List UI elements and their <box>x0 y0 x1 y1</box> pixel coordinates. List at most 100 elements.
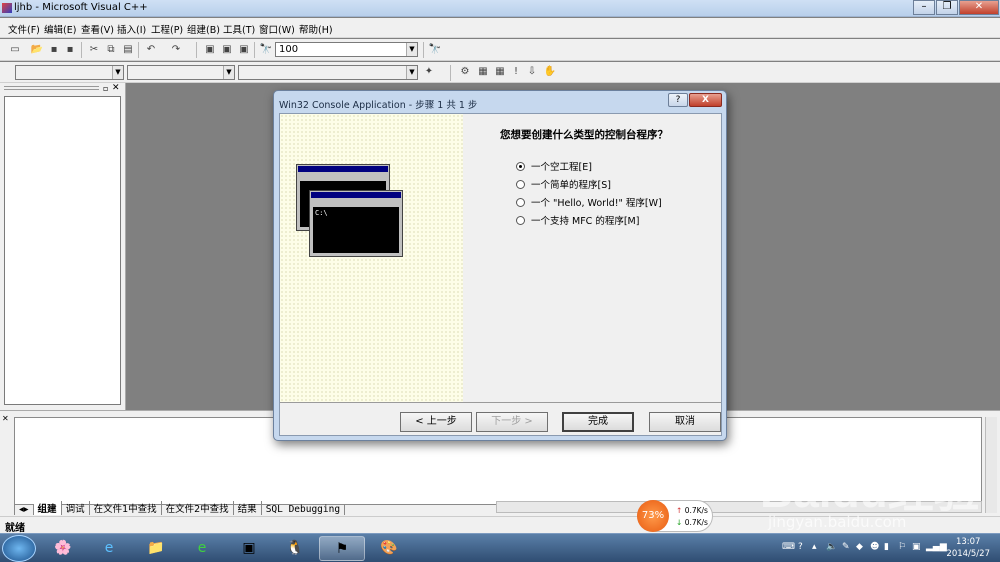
save-icon[interactable]: ▪ <box>47 43 61 57</box>
help-button[interactable]: ? <box>668 93 688 107</box>
menu-tools[interactable]: 工具(T) <box>223 22 255 36</box>
pen-icon[interactable]: ✎ <box>842 542 850 552</box>
next-button[interactable]: 下一步 > <box>476 412 548 432</box>
option-hello-world[interactable]: 一个 "Hello, World!" 程序[W] <box>516 195 662 209</box>
menu-insert[interactable]: 插入(I) <box>117 22 146 36</box>
option-empty-project[interactable]: 一个空工程[E] <box>516 159 592 173</box>
copy-icon[interactable]: ⧉ <box>104 43 118 57</box>
tab-find2[interactable]: 在文件2中查找 <box>162 501 234 515</box>
workspace-view[interactable] <box>4 96 121 405</box>
flag-icon[interactable]: ⚐ <box>898 542 906 552</box>
members-combo[interactable]: ▼ <box>238 65 418 80</box>
explorer-folder-icon[interactable]: 📁 <box>133 536 179 561</box>
panel-restore-icon[interactable]: ▫ <box>103 84 108 93</box>
go-icon[interactable]: ⇩ <box>525 65 539 79</box>
breakpoint-icon[interactable]: ✋ <box>543 65 557 79</box>
chevron-down-icon[interactable]: ▼ <box>406 66 417 79</box>
option-label: 一个支持 MFC 的程序[M] <box>531 216 640 227</box>
menu-edit[interactable]: 编辑(E) <box>44 22 76 36</box>
paste-icon[interactable]: ▤ <box>121 43 135 57</box>
help-tray-icon[interactable]: ? <box>798 542 803 552</box>
vertical-scrollbar[interactable] <box>985 417 997 513</box>
panel-close-icon[interactable]: ✕ <box>112 83 120 93</box>
menu-view[interactable]: 查看(V) <box>81 22 114 36</box>
chevron-down-icon[interactable]: ▼ <box>112 66 123 79</box>
menu-file[interactable]: 文件(F) <box>8 22 40 36</box>
browser-green-icon[interactable]: e <box>179 536 225 561</box>
stop-build-icon[interactable]: ▦ <box>493 65 507 79</box>
panel-close-icon[interactable]: ✕ <box>2 414 9 423</box>
radio-icon[interactable] <box>516 180 525 189</box>
chevron-down-icon[interactable]: ▼ <box>406 43 417 56</box>
minimize-button[interactable]: – <box>913 0 935 15</box>
toolbar-separator <box>423 42 424 58</box>
undo-icon[interactable]: ↶ <box>144 43 158 57</box>
class-combo[interactable]: ▼ <box>15 65 124 80</box>
menu-project[interactable]: 工程(P) <box>151 22 183 36</box>
tab-scroll-icon[interactable]: ◂▸ <box>14 504 34 515</box>
find-in-files-icon[interactable]: 🔭 <box>259 43 273 57</box>
radio-selected-icon[interactable] <box>516 162 525 171</box>
volume-icon[interactable]: 🔈 <box>826 542 837 552</box>
menu-build[interactable]: 组建(B) <box>187 22 220 36</box>
finish-button[interactable]: 完成 <box>562 412 634 432</box>
wizard-action-icon[interactable]: ✦ <box>422 65 436 79</box>
cancel-button[interactable]: 取消 <box>649 412 721 432</box>
clock[interactable]: 13:07 2014/5/27 <box>946 536 990 560</box>
find-combo-value: 100 <box>279 44 299 55</box>
build-icon[interactable]: ▦ <box>476 65 490 79</box>
new-file-icon[interactable]: ▭ <box>8 43 22 57</box>
toolbar-separator <box>138 42 139 58</box>
window-list-icon[interactable]: ▣ <box>237 43 251 57</box>
app-icon[interactable] <box>2 3 12 13</box>
show-hidden-icon[interactable]: ▴ <box>812 542 817 552</box>
dialog-close-button[interactable]: X <box>689 93 722 107</box>
cut-icon[interactable]: ✂ <box>87 43 101 57</box>
output-tabs: ◂▸ 组建 调试 在文件1中查找 在文件2中查找 结果 SQL Debugging <box>14 501 346 515</box>
menu-window[interactable]: 窗口(W) <box>259 22 295 36</box>
app-tray-icon[interactable]: ☻ <box>870 542 879 552</box>
menu-help[interactable]: 帮助(H) <box>299 22 333 36</box>
option-simple-app[interactable]: 一个简单的程序[S] <box>516 177 611 191</box>
radio-icon[interactable] <box>516 198 525 207</box>
security-icon[interactable]: ◆ <box>856 542 863 552</box>
tab-build[interactable]: 组建 <box>33 501 62 515</box>
network-signal-icon[interactable]: ▂▄▆ <box>926 542 947 552</box>
app-tray-icon[interactable]: ▮ <box>884 542 889 552</box>
baidu-watermark-url: jingyan.baidu.com <box>768 513 907 531</box>
keyboard-icon[interactable]: ⌨ <box>782 542 795 552</box>
tab-results[interactable]: 结果 <box>234 501 262 515</box>
find-combo[interactable]: 100 ▼ <box>275 42 418 57</box>
back-button[interactable]: < 上一步 <box>400 412 472 432</box>
tab-debug[interactable]: 调试 <box>62 501 90 515</box>
start-button[interactable] <box>2 535 36 562</box>
maximize-button[interactable]: ❐ <box>936 0 958 15</box>
find-icon[interactable]: 🔭 <box>428 43 442 57</box>
tab-find1[interactable]: 在文件1中查找 <box>90 501 162 515</box>
filter-combo[interactable]: ▼ <box>127 65 235 80</box>
visual-cpp-icon[interactable]: ⚑ <box>319 536 365 561</box>
close-button[interactable]: ✕ <box>959 0 999 15</box>
radio-icon[interactable] <box>516 216 525 225</box>
wizard-toolbar: ▼ ▼ ▼ ✦ ⚙ ▦ ▦ ! ⇩ ✋ <box>0 62 1000 83</box>
upload-speed: ↑ 0.7K/s <box>676 506 708 515</box>
output-icon[interactable]: ▣ <box>220 43 234 57</box>
office-app-icon[interactable]: ▣ <box>226 536 272 561</box>
console-prompt: C:\ <box>313 207 399 253</box>
redo-icon[interactable]: ↷ <box>169 43 183 57</box>
chevron-down-icon[interactable]: ▼ <box>223 66 234 79</box>
workspace-icon[interactable]: ▣ <box>203 43 217 57</box>
paint-icon[interactable]: 🎨 <box>366 536 412 561</box>
network-speed-widget[interactable]: 73% ↑ 0.7K/s ↓ 0.7K/s <box>637 500 713 532</box>
ime-icon[interactable]: ▣ <box>912 542 921 552</box>
execute-icon[interactable]: ! <box>509 65 523 79</box>
ie-browser-icon[interactable]: e <box>86 536 132 561</box>
photo-app-icon[interactable]: 🌸 <box>40 536 86 561</box>
tab-sql-debugging[interactable]: SQL Debugging <box>262 504 346 515</box>
option-mfc-support[interactable]: 一个支持 MFC 的程序[M] <box>516 213 639 227</box>
qq-icon[interactable]: 🐧 <box>272 536 318 561</box>
panel-grip[interactable] <box>4 86 99 90</box>
save-all-icon[interactable]: ▪ <box>63 43 77 57</box>
open-icon[interactable]: 📂 <box>30 43 44 57</box>
compile-icon[interactable]: ⚙ <box>458 65 472 79</box>
